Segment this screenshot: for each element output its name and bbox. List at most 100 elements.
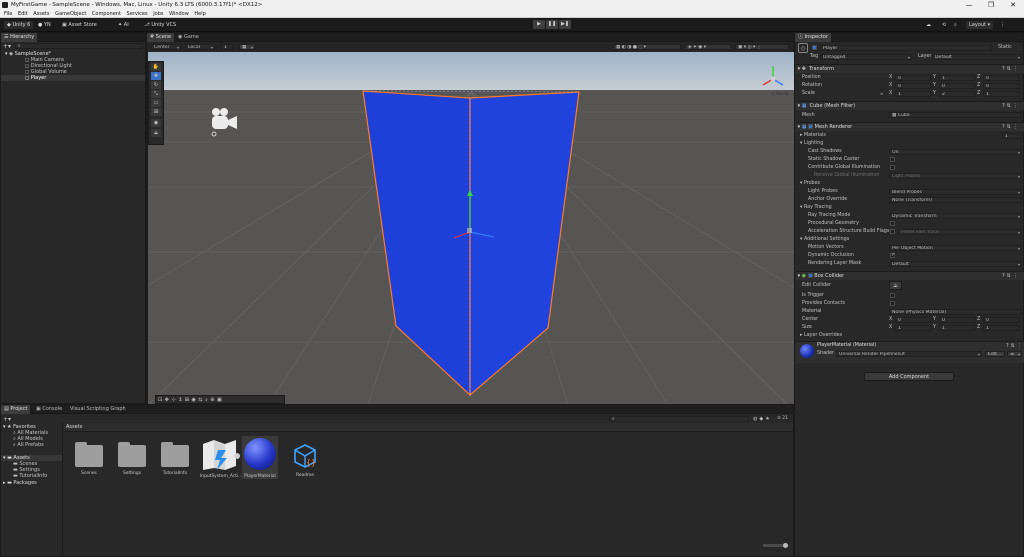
shader-options-icon[interactable]: ☰ (1007, 351, 1022, 357)
lighting-foldout[interactable]: ▾ Lighting (800, 140, 823, 147)
tab-hierarchy[interactable]: ☰ Hierarchy (1, 33, 38, 42)
minimize-button[interactable]: — (958, 0, 980, 10)
axis-y-label[interactable]: Y (933, 316, 936, 323)
tab-visual-scripting[interactable]: Visual Scripting Graph (67, 405, 129, 414)
space-dropdown[interactable]: Local (185, 44, 215, 50)
project-search-input[interactable]: ⌕ (609, 416, 749, 422)
mesh-renderer-header[interactable]: ▾ ▦ Mesh Renderer (796, 122, 1024, 131)
menu-services[interactable]: Services (127, 10, 148, 18)
cloud-icon[interactable]: ☁ (926, 21, 931, 29)
active-toggle[interactable] (812, 45, 817, 51)
scale-tool-icon[interactable]: ⤡ (151, 90, 161, 98)
accel-flags-dropdown[interactable]: Prefer Fast Trace (898, 229, 1022, 235)
procedural-geometry-checkbox[interactable] (890, 221, 895, 227)
rect-tool-icon[interactable]: ▭ (151, 99, 161, 107)
shader-dropdown[interactable]: Universal Render Pipeline/Lit (836, 351, 982, 357)
layer-overrides-foldout[interactable]: ▸ Layer Overrides (800, 332, 842, 339)
menu-component[interactable]: Component (92, 10, 121, 18)
asset-folder-settings[interactable]: Settings (114, 442, 150, 476)
move-tool-icon[interactable]: ✥ (151, 72, 161, 80)
create-asset-button[interactable]: +▾ (3, 416, 11, 423)
menu-window[interactable]: Window (169, 10, 189, 18)
motion-vectors-dropdown[interactable]: Per Object Motion (889, 245, 1022, 251)
position-y-field[interactable]: 1 (939, 75, 975, 81)
asset-folder-scenes[interactable]: Scenes (71, 442, 107, 476)
user-button[interactable]: ● YN (38, 21, 51, 29)
box-collider-header-icons[interactable]: ?⇅⋮ (1002, 273, 1020, 279)
axis-x-label[interactable]: X (889, 316, 892, 323)
history-icon[interactable]: ⟲ (942, 21, 946, 29)
box-collider-header[interactable]: ▾ ◉ Box Collider (796, 271, 1024, 280)
size-y-field[interactable]: 1 (939, 325, 975, 331)
edit-collider-button[interactable]: ⟁ (889, 281, 902, 290)
close-button[interactable]: ✕ (1002, 0, 1024, 10)
transform-tool-icon[interactable]: ⊞ (151, 108, 161, 116)
cast-shadows-dropdown[interactable]: On (889, 149, 1022, 155)
probes-foldout[interactable]: ▾ Probes (800, 180, 820, 187)
menu-help[interactable]: Help (194, 10, 205, 18)
axis-x-label[interactable]: X (889, 74, 892, 81)
contribute-gi-checkbox[interactable] (890, 165, 895, 171)
ray-tracing-mode-dropdown[interactable]: Dynamic Transform (889, 213, 1022, 219)
layer-dropdown[interactable]: Default (932, 54, 1022, 60)
material-title[interactable]: PlayerMaterial (Material) (817, 342, 876, 349)
view-options-buttons[interactable]: ◈ ✦ ◉ ▾ (685, 44, 731, 50)
scale-z-field[interactable]: 1 (983, 91, 1019, 97)
editor-tool-icon[interactable]: ⟁ (151, 129, 161, 137)
step-button[interactable]: ▶❚ (559, 20, 571, 29)
asset-store-button[interactable]: ▣ Asset Store (62, 21, 97, 29)
tree-all-prefabs[interactable]: ⌕ All Prefabs (1, 442, 61, 448)
materials-foldout[interactable]: ▸ Materials (800, 132, 826, 139)
asset-readme[interactable]: {} Readme (287, 443, 323, 478)
tree-folder-tutorialinfo[interactable]: ▬ TutorialInfo (1, 473, 61, 479)
transform-header-icons[interactable]: ?⇅⋮ (1002, 66, 1020, 72)
tree-packages[interactable]: ▸ ▬ Packages (1, 480, 61, 486)
static-toggle[interactable]: Static (998, 44, 1012, 51)
center-z-field[interactable]: 0 (983, 317, 1019, 323)
layout-dropdown[interactable]: Layout ▾ (966, 21, 994, 29)
scale-y-field[interactable]: 2 (939, 91, 975, 97)
asset-folder-tutorialinfo[interactable]: TutorialInfo (157, 442, 193, 476)
provides-contacts-checkbox[interactable] (890, 301, 895, 307)
snapping-overlay[interactable]: ⊡✥⊹↕⊞◉⇆⌕⊕▣ (155, 395, 285, 404)
menu-assets[interactable]: Assets (33, 10, 49, 18)
axis-y-label[interactable]: Y (933, 74, 936, 81)
draw-mode-buttons[interactable]: ▦ ◐ ◑ ● ◌ ▾ (613, 44, 681, 50)
version-control-button[interactable]: ⎇ Unity VCS (144, 21, 176, 29)
menu-gameobject[interactable]: GameObject (55, 10, 86, 18)
anchor-override-field[interactable]: None (Transform) (889, 197, 1022, 203)
view-tool-icon[interactable]: ✋ (151, 63, 161, 71)
custom-tool-icon[interactable]: ◉ (151, 119, 161, 127)
hierarchy-search-input[interactable]: ⌕ (15, 43, 143, 49)
axis-x-label[interactable]: X (889, 82, 892, 89)
scale-x-field[interactable]: 1 (895, 91, 931, 97)
scene-viewport[interactable]: < Persp (148, 52, 794, 405)
asset-input-actions[interactable]: InputSystem_Acti... (200, 438, 242, 479)
light-probes-dropdown[interactable]: Blend Probes (889, 189, 1022, 195)
materials-count[interactable]: 1 (1002, 133, 1022, 139)
mesh-renderer-header-icons[interactable]: ?⇅⋮ (1002, 124, 1020, 130)
box-collider-toggle[interactable] (807, 273, 813, 278)
transform-header[interactable]: ▾ ✥ Transform (796, 64, 1024, 73)
hidden-packages-toggle[interactable]: ⊘ 21 (777, 416, 788, 421)
axis-y-label[interactable]: Y (933, 90, 936, 97)
additional-settings-foldout[interactable]: ▾ Additional Settings (800, 236, 849, 243)
axis-z-label[interactable]: Z (977, 74, 980, 81)
position-z-field[interactable]: 0 (983, 75, 1019, 81)
persp-label[interactable]: < Persp (771, 91, 789, 97)
tab-inspector[interactable]: ⓘ Inspector (795, 33, 831, 42)
icon-size-slider-thumb[interactable] (783, 543, 788, 548)
scale-link-icon[interactable]: ∞ (880, 90, 883, 97)
axis-z-label[interactable]: Z (977, 82, 980, 89)
ray-tracing-foldout[interactable]: ▾ Ray Tracing (800, 204, 832, 211)
ai-button[interactable]: ✦ AI (118, 21, 129, 29)
size-z-field[interactable]: 1 (983, 325, 1019, 331)
pivot-dropdown[interactable]: Center (151, 44, 181, 50)
rotation-y-field[interactable]: 0 (939, 83, 975, 89)
search-icon[interactable]: ⌕ (954, 21, 957, 29)
rendering-layer-dropdown[interactable]: Default (889, 261, 1022, 267)
project-search-filters[interactable]: ◍◆★ (753, 416, 772, 422)
axis-z-label[interactable]: Z (977, 316, 980, 323)
unity-account-button[interactable]: ◆ Unity 6 (4, 21, 34, 29)
size-x-field[interactable]: 1 (895, 325, 931, 331)
